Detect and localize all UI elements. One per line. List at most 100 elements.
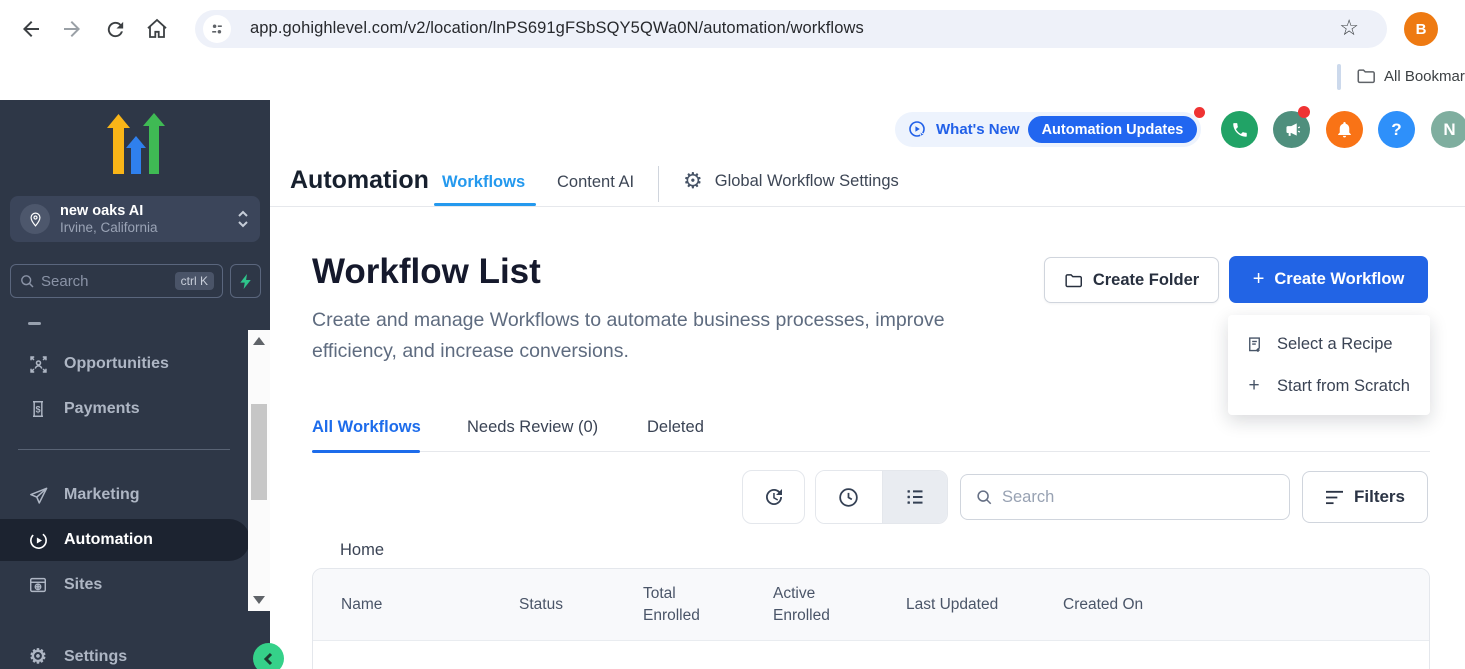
location-selector[interactable]: new oaks AI Irvine, California (10, 196, 260, 242)
url-bar[interactable]: app.gohighlevel.com/v2/location/lnPS691g… (195, 10, 1387, 48)
workflow-search-input[interactable] (1002, 488, 1275, 507)
view-toggle-list[interactable] (882, 471, 948, 523)
tab-content-ai[interactable]: Content AI (557, 173, 634, 192)
automation-icon (27, 530, 49, 551)
scroll-up-arrow[interactable] (253, 337, 265, 345)
clock-icon (836, 485, 861, 510)
bell-icon (1335, 120, 1354, 139)
megaphone-icon (1282, 120, 1301, 139)
tab-workflows[interactable]: Workflows (442, 173, 525, 192)
clock-history-icon (762, 485, 786, 509)
tab-all-workflows-underline (312, 450, 420, 453)
scrolled-item-fragment (28, 322, 41, 325)
workflow-list-description: Create and manage Workflows to automate … (312, 305, 1012, 367)
gear-icon: ⚙ (683, 170, 703, 192)
help-button[interactable]: ? (1378, 111, 1415, 148)
sidebar-item-opportunities[interactable]: Opportunities (0, 344, 250, 384)
gohighlevel-logo (93, 112, 177, 178)
marketing-icon (27, 485, 49, 506)
browser-profile-initial: B (1416, 21, 1427, 38)
menu-item-label: Select a Recipe (1277, 335, 1393, 354)
column-header-total-enrolled: Total Enrolled (643, 583, 723, 627)
phone-icon (1231, 121, 1249, 139)
sidebar-divider (18, 449, 230, 450)
workflow-search[interactable] (960, 474, 1290, 520)
back-icon[interactable] (16, 14, 46, 44)
sidebar-item-payments[interactable]: $ Payments (0, 389, 250, 429)
whats-new-label: What's New (936, 121, 1020, 138)
bookmarks-divider (1337, 64, 1341, 90)
tab-deleted[interactable]: Deleted (647, 418, 704, 437)
column-header-active-enrolled: Active Enrolled (773, 583, 853, 627)
tab-needs-review[interactable]: Needs Review (0) (467, 418, 598, 437)
scrollbar-thumb[interactable] (251, 404, 267, 500)
sidebar-item-label: Sites (64, 576, 102, 594)
sidebar-search[interactable]: ctrl K (10, 264, 223, 298)
refresh-icon[interactable] (100, 14, 130, 44)
sidebar-search-shortcut: ctrl K (175, 272, 214, 290)
automation-updates-badge[interactable]: Automation Updates (1028, 116, 1198, 143)
opportunities-icon (27, 354, 49, 375)
page-title: Automation (290, 166, 429, 195)
location-pin-icon (20, 204, 50, 234)
create-workflow-label: Create Workflow (1274, 270, 1404, 289)
whats-new-pill[interactable]: What's New Automation Updates (895, 112, 1201, 147)
chevron-left-icon (262, 652, 276, 666)
home-icon[interactable] (142, 14, 172, 44)
bookmarks-folder-icon[interactable] (1356, 66, 1376, 86)
browser-toolbar: app.gohighlevel.com/v2/location/lnPS691g… (0, 0, 1465, 58)
notifications-button[interactable] (1326, 111, 1363, 148)
sidebar-item-label: Opportunities (64, 355, 169, 373)
site-settings-icon[interactable] (203, 15, 231, 43)
updates-notification-dot (1194, 107, 1205, 118)
bolt-icon (238, 273, 253, 290)
sidebar-search-input[interactable] (41, 273, 169, 290)
workflow-table: Name Status Total Enrolled Active Enroll… (312, 568, 1430, 669)
enrollment-history-button[interactable] (742, 470, 805, 524)
bookmark-star-icon[interactable]: ☆ (1339, 15, 1359, 41)
create-folder-button[interactable]: Create Folder (1044, 257, 1219, 303)
global-workflow-settings-link[interactable]: ⚙ Global Workflow Settings (683, 170, 899, 192)
forward-icon[interactable] (57, 14, 87, 44)
scroll-down-arrow[interactable] (253, 596, 265, 604)
sidebar-item-label: Automation (64, 531, 153, 549)
list-icon (903, 485, 927, 509)
location-city: Irvine, California (60, 220, 158, 236)
browser-profile-avatar[interactable]: B (1404, 12, 1438, 46)
sidebar-collapse-button[interactable] (253, 643, 284, 669)
recipe-document-icon (1244, 335, 1264, 354)
sidebar-item-settings[interactable]: ⚙ Settings (0, 637, 250, 669)
menu-item-select-a-recipe[interactable]: Select a Recipe (1228, 323, 1430, 365)
screen: app.gohighlevel.com/v2/location/lnPS691g… (0, 0, 1465, 669)
workflow-list-tabs: All Workflows Needs Review (0) Deleted (312, 412, 1430, 452)
phone-button[interactable] (1221, 111, 1258, 148)
view-toggle-time[interactable] (816, 471, 882, 523)
sidebar-item-label: Marketing (64, 486, 140, 504)
url-text: app.gohighlevel.com/v2/location/lnPS691g… (250, 19, 864, 38)
column-header-created-on: Created On (1063, 594, 1143, 616)
user-avatar[interactable]: N (1431, 111, 1465, 148)
tab-all-workflows[interactable]: All Workflows (312, 418, 421, 437)
payments-icon: $ (27, 399, 49, 419)
sidebar-item-automation[interactable]: Automation (0, 519, 250, 561)
location-chevrons-icon (236, 208, 250, 230)
filters-button[interactable]: Filters (1302, 471, 1428, 523)
settings-gear-icon: ⚙ (27, 647, 49, 667)
workflow-list-title: Workflow List (312, 252, 541, 292)
quick-actions-button[interactable] (230, 264, 261, 298)
sidebar-item-sites[interactable]: Sites (0, 565, 250, 605)
sidebar-scrollbar[interactable] (248, 330, 270, 611)
column-header-last-updated: Last Updated (906, 594, 998, 616)
all-bookmarks-label[interactable]: All Bookmarks (1384, 68, 1465, 85)
folder-icon (1064, 271, 1083, 290)
global-workflow-settings-label: Global Workflow Settings (715, 172, 899, 191)
menu-item-start-from-scratch[interactable]: + Start from Scratch (1228, 365, 1430, 407)
filter-icon (1325, 489, 1344, 506)
breadcrumb[interactable]: Home (340, 541, 384, 560)
view-toggle (815, 470, 948, 524)
sidebar-item-label: Settings (64, 648, 127, 666)
create-workflow-button[interactable]: + Create Workflow (1229, 256, 1428, 303)
sidebar-item-marketing[interactable]: Marketing (0, 475, 250, 515)
header-rule (270, 206, 1465, 207)
location-name: new oaks AI (60, 203, 158, 220)
